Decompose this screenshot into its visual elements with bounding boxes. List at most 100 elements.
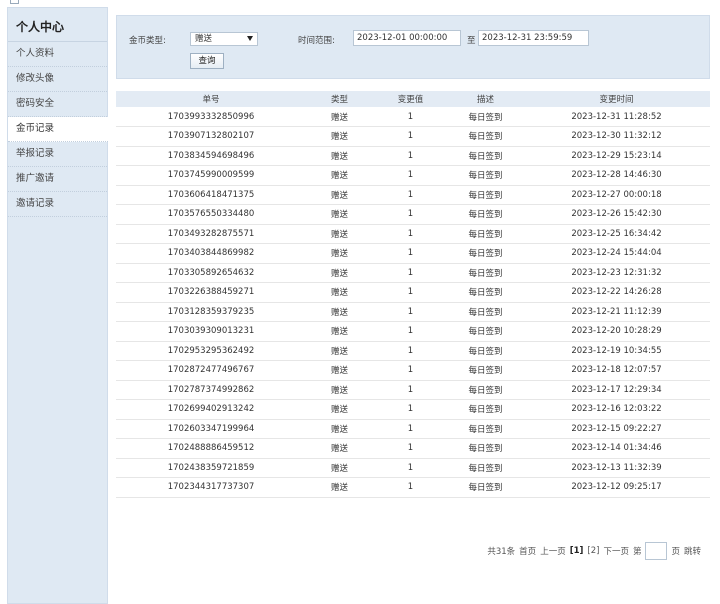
cell-order-no: 1703834594698496 — [116, 146, 306, 166]
cell-order-no: 1703039309013231 — [116, 321, 306, 342]
time-range-label: 时间范围: — [298, 36, 335, 46]
end-time-input[interactable]: 2023-12-31 23:59:59 — [478, 30, 589, 46]
cell-desc: 每日签到 — [448, 477, 523, 498]
cell-type: 赠送 — [306, 302, 373, 322]
next-page-link[interactable]: 下一页 — [603, 545, 629, 557]
cell-change: 1 — [373, 419, 448, 439]
cell-change: 1 — [373, 126, 448, 147]
page-2-link[interactable]: [2] — [587, 546, 599, 556]
cell-desc: 每日签到 — [448, 341, 523, 361]
cell-time: 2023-12-19 10:34:55 — [523, 341, 710, 361]
sidebar-item-promotion[interactable]: 推广邀请 — [8, 167, 107, 192]
sidebar-item-password[interactable]: 密码安全 — [8, 92, 107, 117]
table-row: 1703493282875571 赠送 1 每日签到 2023-12-25 16:34:… — [116, 224, 710, 244]
cell-change: 1 — [373, 282, 448, 303]
cell-time: 2023-12-13 11:32:39 — [523, 458, 710, 478]
pagination: 共31条 首页 上一页 [1] [2] 下一页 第 页 跳转 — [487, 542, 701, 560]
start-time-input[interactable]: 2023-12-01 00:00:00 — [353, 30, 461, 46]
goto-suffix: 页 — [671, 547, 680, 557]
header-change: 变更值 — [373, 91, 448, 107]
cell-time: 2023-12-24 15:44:04 — [523, 243, 710, 264]
cell-type: 赠送 — [306, 380, 373, 400]
table-row: 1703907132802107 赠送 1 每日签到 2023-12-30 11:32:… — [116, 126, 710, 147]
cell-time: 2023-12-26 15:42:30 — [523, 204, 710, 225]
table-row: 1702953295362492 赠送 1 每日签到 2023-12-19 10:34:… — [116, 341, 710, 361]
first-page-link[interactable]: 首页 — [519, 545, 536, 557]
cell-change: 1 — [373, 204, 448, 225]
sidebar-item-profile[interactable]: 个人资料 — [8, 42, 107, 67]
cell-desc: 每日签到 — [448, 243, 523, 264]
cell-desc: 每日签到 — [448, 321, 523, 342]
prev-page-link[interactable]: 上一页 — [540, 545, 566, 557]
page-1-link[interactable]: [1] — [570, 546, 584, 556]
header-order-no: 单号 — [116, 91, 306, 107]
sidebar-item-invite-records[interactable]: 邀请记录 — [8, 192, 107, 217]
chevron-down-icon — [247, 36, 253, 41]
cell-time: 2023-12-27 00:00:18 — [523, 185, 710, 205]
page-number-input[interactable] — [645, 542, 668, 560]
sidebar-item-coin-records[interactable]: 金币记录 — [8, 117, 108, 142]
cell-desc: 每日签到 — [448, 146, 523, 166]
cell-change: 1 — [373, 399, 448, 420]
table-row: 1703834594698496 赠送 1 每日签到 2023-12-29 15:23:… — [116, 146, 710, 166]
table-row: 1702488886459512 赠送 1 每日签到 2023-12-14 01:34:… — [116, 438, 710, 459]
cell-change: 1 — [373, 107, 448, 127]
cell-type: 赠送 — [306, 321, 373, 342]
coin-type-select[interactable]: 赠送 — [190, 32, 258, 46]
cell-type: 赠送 — [306, 243, 373, 264]
cell-order-no: 1702699402913242 — [116, 399, 306, 420]
sidebar-item-avatar[interactable]: 修改头像 — [8, 67, 107, 92]
cell-time: 2023-12-14 01:34:46 — [523, 438, 710, 459]
cell-time: 2023-12-28 14:46:30 — [523, 165, 710, 186]
to-label: 至 — [467, 36, 476, 46]
cell-type: 赠送 — [306, 224, 373, 244]
table-row: 1703403844869982 赠送 1 每日签到 2023-12-24 15:44:… — [116, 243, 710, 264]
cell-order-no: 1702438359721859 — [116, 458, 306, 478]
cell-change: 1 — [373, 243, 448, 264]
home-icon[interactable] — [10, 0, 19, 4]
header-time: 变更时间 — [523, 91, 710, 107]
breadcrumb — [0, 0, 720, 6]
cell-order-no: 1702488886459512 — [116, 438, 306, 459]
cell-change: 1 — [373, 380, 448, 400]
cell-type: 赠送 — [306, 263, 373, 283]
header-type: 类型 — [306, 91, 373, 107]
cell-time: 2023-12-22 14:26:28 — [523, 282, 710, 303]
cell-order-no: 1702953295362492 — [116, 341, 306, 361]
table-row: 1702344317737307 赠送 1 每日签到 2023-12-12 09:25:… — [116, 477, 710, 498]
table-row: 1703226388459271 赠送 1 每日签到 2023-12-22 14:26:… — [116, 282, 710, 303]
coin-type-label: 金币类型: — [129, 36, 166, 46]
filter-panel: 金币类型: 赠送 时间范围: 2023-12-01 00:00:00 至 202… — [116, 15, 710, 79]
cell-time: 2023-12-21 11:12:39 — [523, 302, 710, 322]
cell-desc: 每日签到 — [448, 360, 523, 381]
table-row: 1702603347199964 赠送 1 每日签到 2023-12-15 09:22:… — [116, 419, 710, 439]
cell-time: 2023-12-18 12:07:57 — [523, 360, 710, 381]
table-row: 1703745990009599 赠送 1 每日签到 2023-12-28 14:46:… — [116, 165, 710, 186]
cell-change: 1 — [373, 165, 448, 186]
header-desc: 描述 — [448, 91, 523, 107]
cell-desc: 每日签到 — [448, 107, 523, 127]
cell-type: 赠送 — [306, 399, 373, 420]
coin-type-value: 赠送 — [195, 34, 213, 44]
cell-change: 1 — [373, 458, 448, 478]
query-button[interactable]: 查询 — [190, 53, 224, 69]
cell-desc: 每日签到 — [448, 380, 523, 400]
cell-type: 赠送 — [306, 146, 373, 166]
cell-time: 2023-12-20 10:28:29 — [523, 321, 710, 342]
table-row: 1703039309013231 赠送 1 每日签到 2023-12-20 10:28:… — [116, 321, 710, 342]
cell-desc: 每日签到 — [448, 419, 523, 439]
cell-order-no: 1703907132802107 — [116, 126, 306, 147]
cell-desc: 每日签到 — [448, 204, 523, 225]
cell-type: 赠送 — [306, 204, 373, 225]
cell-time: 2023-12-15 09:22:27 — [523, 419, 710, 439]
cell-order-no: 1702872477496767 — [116, 360, 306, 381]
cell-order-no: 1703403844869982 — [116, 243, 306, 264]
table-row: 1703606418471375 赠送 1 每日签到 2023-12-27 00:00:… — [116, 185, 710, 205]
cell-type: 赠送 — [306, 458, 373, 478]
table-row: 1703993332850996 赠送 1 每日签到 2023-12-31 11:28:… — [116, 107, 710, 127]
cell-change: 1 — [373, 477, 448, 498]
cell-time: 2023-12-23 12:31:32 — [523, 263, 710, 283]
jump-button[interactable]: 跳转 — [684, 545, 701, 557]
cell-desc: 每日签到 — [448, 263, 523, 283]
sidebar-item-reports[interactable]: 举报记录 — [8, 142, 107, 167]
